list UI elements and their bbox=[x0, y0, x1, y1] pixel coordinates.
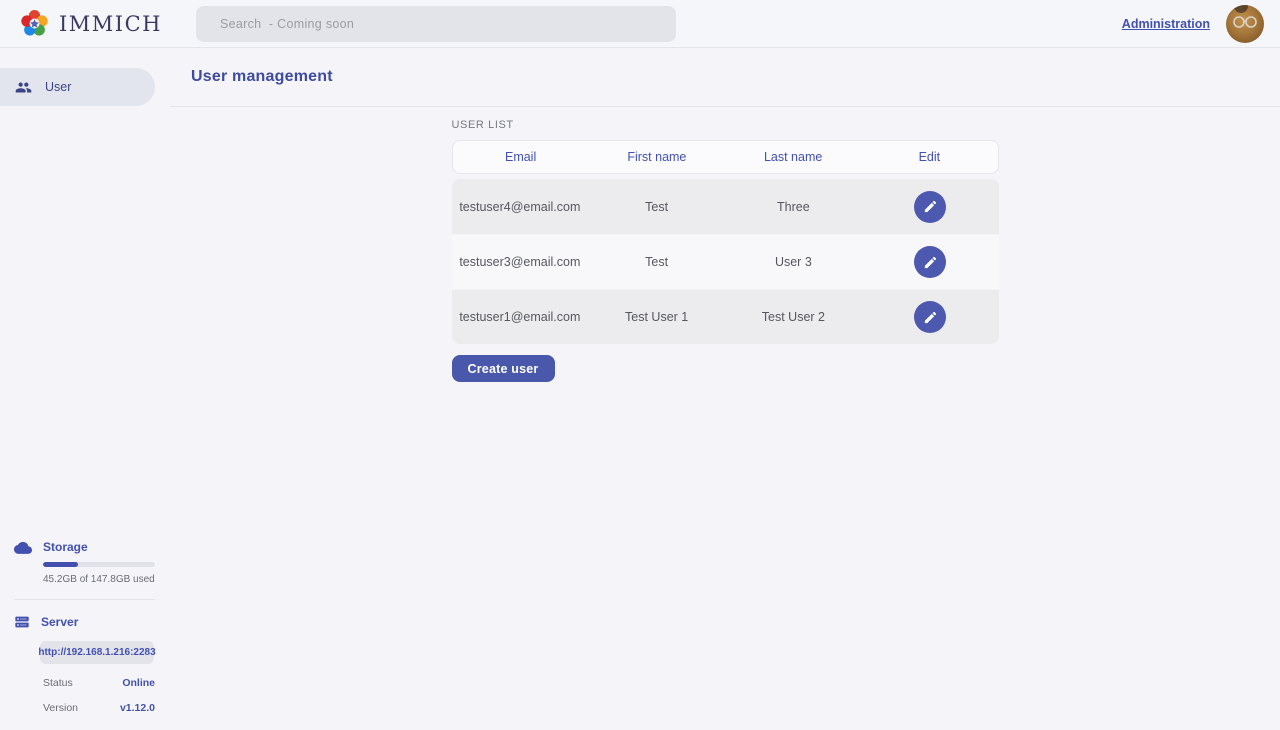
create-user-button[interactable]: Create user bbox=[452, 355, 555, 382]
storage-usage-text: 45.2GB of 147.8GB used bbox=[43, 574, 155, 585]
sidebar-divider bbox=[14, 599, 155, 600]
server-version-label: Version bbox=[43, 702, 78, 714]
table-row: testuser4@email.com Test Three bbox=[452, 179, 999, 234]
storage-title: Storage bbox=[43, 540, 88, 554]
cell-email: testuser4@email.com bbox=[452, 200, 589, 214]
server-title: Server bbox=[41, 615, 78, 629]
cell-first-name: Test bbox=[588, 200, 725, 214]
server-status-value: Online bbox=[122, 677, 155, 689]
edit-user-button[interactable] bbox=[914, 301, 946, 333]
column-first-name: First name bbox=[589, 150, 725, 164]
cloud-icon bbox=[14, 541, 32, 554]
app-header: IMMICH Administration bbox=[0, 0, 1280, 48]
cell-email: testuser1@email.com bbox=[452, 310, 589, 324]
column-last-name: Last name bbox=[725, 150, 861, 164]
server-status-label: Status bbox=[43, 677, 73, 689]
glasses-photo-detail bbox=[1231, 15, 1259, 29]
user-table: testuser4@email.com Test Three testuser3… bbox=[452, 179, 999, 344]
server-url-badge: http://192.168.1.216:2283 bbox=[40, 641, 154, 664]
cell-last-name: Test User 2 bbox=[725, 310, 862, 324]
sidebar-item-user[interactable]: User bbox=[0, 68, 155, 106]
cell-first-name: Test bbox=[588, 255, 725, 269]
search-input[interactable] bbox=[196, 6, 676, 42]
column-edit: Edit bbox=[861, 150, 997, 164]
immich-flower-icon bbox=[18, 7, 51, 40]
user-table-header: Email First name Last name Edit bbox=[452, 140, 999, 174]
cell-last-name: User 3 bbox=[725, 255, 862, 269]
column-email: Email bbox=[453, 150, 589, 164]
pencil-icon bbox=[923, 199, 938, 214]
main-panel: User management USER LIST Email First na… bbox=[170, 48, 1280, 730]
cell-last-name: Three bbox=[725, 200, 862, 214]
pencil-icon bbox=[923, 310, 938, 325]
user-avatar[interactable] bbox=[1226, 5, 1264, 43]
user-list-label: USER LIST bbox=[452, 119, 999, 131]
storage-progress-bar bbox=[43, 562, 155, 567]
server-icon bbox=[14, 614, 30, 630]
sidebar: User Storage 45.2GB of 147.8GB used bbox=[0, 48, 170, 730]
page-title: User management bbox=[191, 68, 333, 86]
table-row: testuser3@email.com Test User 3 bbox=[452, 234, 999, 289]
users-icon bbox=[15, 79, 32, 96]
pencil-icon bbox=[923, 255, 938, 270]
administration-link[interactable]: Administration bbox=[1122, 17, 1210, 31]
sidebar-item-user-label: User bbox=[45, 80, 71, 94]
table-row: testuser1@email.com Test User 1 Test Use… bbox=[452, 289, 999, 344]
cell-first-name: Test User 1 bbox=[588, 310, 725, 324]
edit-user-button[interactable] bbox=[914, 191, 946, 223]
storage-progress-fill bbox=[43, 562, 78, 567]
app-title: IMMICH bbox=[59, 12, 162, 36]
app-logo[interactable]: IMMICH bbox=[18, 7, 162, 40]
server-version-value: v1.12.0 bbox=[120, 702, 155, 714]
edit-user-button[interactable] bbox=[914, 246, 946, 278]
cell-email: testuser3@email.com bbox=[452, 255, 589, 269]
